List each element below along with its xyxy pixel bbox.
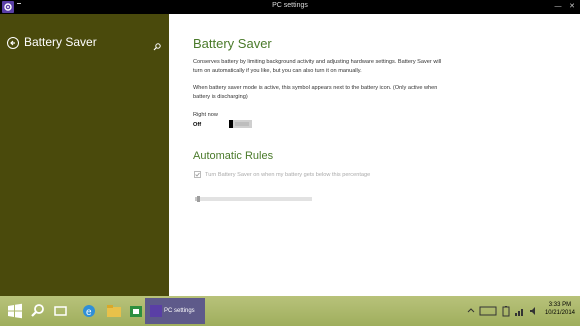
rule-checkbox[interactable] [194, 171, 201, 178]
battery-saver-toggle[interactable] [229, 120, 252, 128]
taskbar: e PC settings 3:33 PM 10/21/2014 [0, 296, 580, 326]
clock[interactable]: 3:33 PM 10/21/2014 [545, 301, 575, 317]
title-bar: PC settings — ✕ [0, 0, 580, 14]
note-text: When battery saver mode is active, this … [193, 85, 438, 100]
toggle-state-label: Off [193, 122, 202, 128]
slider-thumb[interactable] [197, 196, 201, 202]
window-title: PC settings [272, 2, 308, 9]
minimize-button[interactable]: — [553, 2, 563, 11]
settings-gear-icon [150, 305, 162, 317]
close-button[interactable]: ✕ [567, 2, 577, 11]
taskbar-app-label: PC settings [164, 308, 195, 314]
volume-icon[interactable] [528, 304, 540, 316]
right-now-label: Right now [193, 112, 218, 118]
taskbar-pc-settings[interactable]: PC settings [145, 298, 205, 324]
network-icon[interactable] [514, 304, 526, 316]
search-icon[interactable] [27, 300, 49, 322]
start-button[interactable] [4, 300, 26, 322]
sidebar-title: Battery Saver [24, 35, 97, 49]
clock-date: 10/21/2014 [544, 310, 575, 316]
keyboard-icon[interactable] [479, 304, 497, 316]
show-hidden-icons-icon[interactable] [466, 304, 476, 316]
main-content: Battery Saver Conserves battery by limit… [169, 14, 580, 296]
sidebar: Battery Saver [0, 14, 169, 296]
page-title: Battery Saver [193, 36, 272, 51]
back-arrow-icon[interactable] [7, 37, 19, 49]
task-view-icon[interactable] [50, 300, 72, 322]
threshold-slider[interactable] [195, 196, 312, 202]
internet-explorer-icon[interactable]: e [78, 300, 100, 322]
toggle-thumb[interactable] [229, 120, 233, 128]
battery-icon[interactable] [500, 304, 512, 317]
description-text: Conserves battery by limiting background… [193, 59, 442, 74]
toggle-track [235, 122, 249, 126]
search-icon[interactable] [153, 38, 161, 51]
rule-checkbox-label: Turn Battery Saver on when my battery ge… [205, 172, 371, 178]
section-heading: Automatic Rules [193, 150, 274, 162]
clock-time: 3:33 PM [548, 302, 572, 308]
file-explorer-icon[interactable] [103, 300, 125, 322]
svg-text:e: e [86, 307, 92, 318]
store-icon[interactable] [125, 300, 147, 322]
